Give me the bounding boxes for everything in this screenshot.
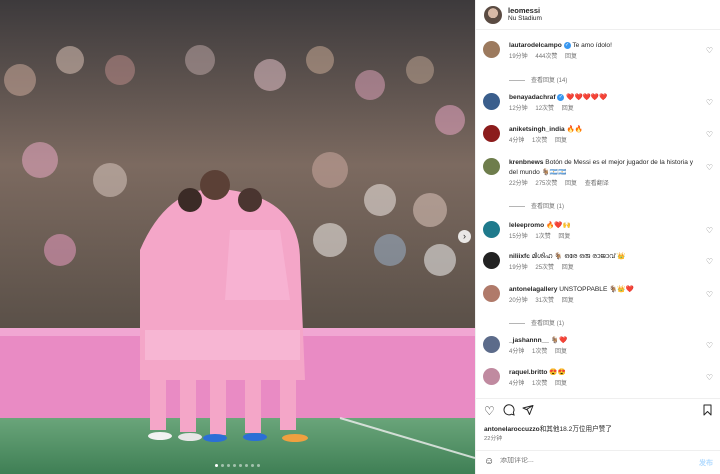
commenter-username[interactable]: aniketsingh_india: [509, 126, 565, 133]
reply-button[interactable]: 回复: [555, 349, 567, 355]
comment-likes[interactable]: 12次赞: [535, 106, 554, 112]
comment-likes[interactable]: 444次赞: [535, 54, 557, 60]
liked-by-username[interactable]: antonelaroccuzzo: [484, 426, 540, 433]
carousel-dot: [221, 464, 224, 467]
view-replies-button[interactable]: 查看回复 (14): [509, 75, 567, 84]
verified-badge-icon: ✓: [557, 93, 565, 101]
comment-likes[interactable]: 275次赞: [535, 181, 557, 187]
chevron-right-icon: ›: [463, 231, 466, 241]
commenter-avatar[interactable]: [483, 93, 500, 110]
comment-text: 😍😍: [549, 369, 566, 376]
comment-likes[interactable]: 1次赞: [532, 349, 547, 355]
verified-badge-icon: ✓: [563, 41, 571, 49]
reply-button[interactable]: 回复: [565, 181, 577, 187]
heart-icon[interactable]: ♡: [706, 46, 713, 55]
comment-icon[interactable]: [503, 404, 515, 419]
commenter-avatar[interactable]: [483, 41, 500, 58]
reply-button[interactable]: 回复: [562, 265, 574, 271]
post-side-panel: leomessi Nu Stadium lautarodelcampo ✓ Te…: [475, 0, 720, 474]
carousel-dot: [257, 464, 260, 467]
heart-icon[interactable]: ♡: [706, 290, 713, 299]
commenter-username[interactable]: benayadachraf: [509, 94, 556, 101]
reply-button[interactable]: 回复: [558, 234, 570, 240]
heart-icon[interactable]: ♡: [706, 226, 713, 235]
comment-time: 20分钟: [509, 297, 528, 304]
comment-time: 19分钟: [509, 53, 528, 60]
carousel-dot: [239, 464, 242, 467]
emoji-icon[interactable]: ☺: [484, 456, 494, 467]
comment-text: Te amo ídolo!: [572, 42, 612, 49]
comment-time: 22分钟: [509, 180, 528, 187]
commenter-username[interactable]: niliixfc: [509, 253, 530, 260]
comment-time: 4分钟: [509, 380, 525, 387]
post-comment-button[interactable]: 发布: [699, 458, 713, 468]
celebration-image: [0, 0, 475, 474]
carousel-dot: [245, 464, 248, 467]
comment-text: UNSTOPPABLE 🐐👑❤️: [559, 286, 634, 293]
comment-text: ❤️❤️❤️❤️❤️: [566, 94, 608, 101]
reply-button[interactable]: 回复: [565, 54, 577, 60]
comment-likes[interactable]: 25次赞: [535, 265, 554, 271]
reply-button[interactable]: 回复: [555, 138, 567, 144]
carousel-dot: [215, 464, 218, 467]
likes-count-text: 和其他18.2万位用户赞了: [539, 426, 612, 433]
heart-icon[interactable]: ♡: [706, 373, 713, 382]
heart-icon[interactable]: ♡: [484, 404, 495, 418]
commenter-username[interactable]: krenbnews: [509, 159, 543, 166]
commenter-avatar[interactable]: [483, 368, 500, 385]
comment-time: 19分钟: [509, 264, 528, 271]
heart-icon[interactable]: ♡: [706, 98, 713, 107]
author-avatar[interactable]: [484, 5, 502, 24]
author-username[interactable]: leomessi: [508, 6, 542, 15]
comment-time: 4分钟: [509, 348, 525, 355]
comment-likes[interactable]: 1次赞: [532, 138, 547, 144]
carousel-dots: [0, 464, 475, 467]
commenter-avatar[interactable]: [483, 125, 500, 142]
heart-icon[interactable]: ♡: [706, 341, 713, 350]
post-time: 22分钟: [484, 436, 503, 442]
comment-time: 4分钟: [509, 137, 525, 144]
comment-text: 🔥🔥: [566, 126, 583, 133]
carousel-dot: [233, 464, 236, 467]
carousel-dot: [251, 464, 254, 467]
commenter-username[interactable]: _jashannn__: [509, 337, 549, 344]
next-photo-button[interactable]: ›: [458, 230, 471, 243]
post-photo[interactable]: ›: [0, 0, 475, 474]
reply-button[interactable]: 回复: [562, 106, 574, 112]
comment-text: 🐐❤️: [550, 337, 568, 344]
comment-text: 🔥❤️🙌: [546, 222, 571, 229]
post-location[interactable]: Nu Stadium: [508, 15, 542, 23]
commenter-avatar[interactable]: [483, 158, 500, 175]
comment-input[interactable]: [500, 457, 660, 464]
heart-icon[interactable]: ♡: [706, 163, 713, 172]
commenter-username[interactable]: lautarodelcampo: [509, 42, 562, 49]
reply-button[interactable]: 回复: [555, 381, 567, 387]
heart-icon[interactable]: ♡: [706, 130, 713, 139]
commenter-username[interactable]: raquel.britto: [509, 369, 547, 376]
carousel-dot: [227, 464, 230, 467]
heart-icon[interactable]: ♡: [706, 257, 713, 266]
commenter-username[interactable]: antonelagallery: [509, 286, 557, 293]
comment-likes[interactable]: 1次赞: [532, 381, 547, 387]
comment-likes[interactable]: 31次赞: [535, 298, 554, 304]
comment-time: 12分钟: [509, 105, 528, 112]
likes-summary[interactable]: antonelaroccuzzo和其他18.2万位用户赞了: [484, 423, 612, 433]
send-icon[interactable]: [522, 404, 534, 419]
commenter-avatar[interactable]: [483, 221, 500, 238]
view-replies-button[interactable]: 查看回复 (1): [509, 201, 564, 210]
bookmark-icon[interactable]: [702, 404, 713, 419]
add-comment-bar: ☺ 发布: [476, 450, 720, 474]
comment-likes[interactable]: 1次赞: [535, 234, 550, 240]
reply-button[interactable]: 回复: [562, 298, 574, 304]
see-translation-button[interactable]: 查看翻译: [585, 181, 609, 187]
commenter-avatar[interactable]: [483, 285, 500, 302]
commenter-avatar[interactable]: [483, 252, 500, 269]
post-header: leomessi Nu Stadium: [476, 0, 720, 30]
commenter-avatar[interactable]: [483, 336, 500, 353]
post-actions-bar: ♡: [476, 398, 720, 422]
comment-time: 15分钟: [509, 233, 528, 240]
commenter-username[interactable]: leleepromo: [509, 222, 544, 229]
view-replies-button[interactable]: 查看回复 (1): [509, 318, 564, 327]
comment-text: മിശിഹ 🐐 ഒരേ ഒരു രാജാവ് 👑: [531, 253, 626, 260]
